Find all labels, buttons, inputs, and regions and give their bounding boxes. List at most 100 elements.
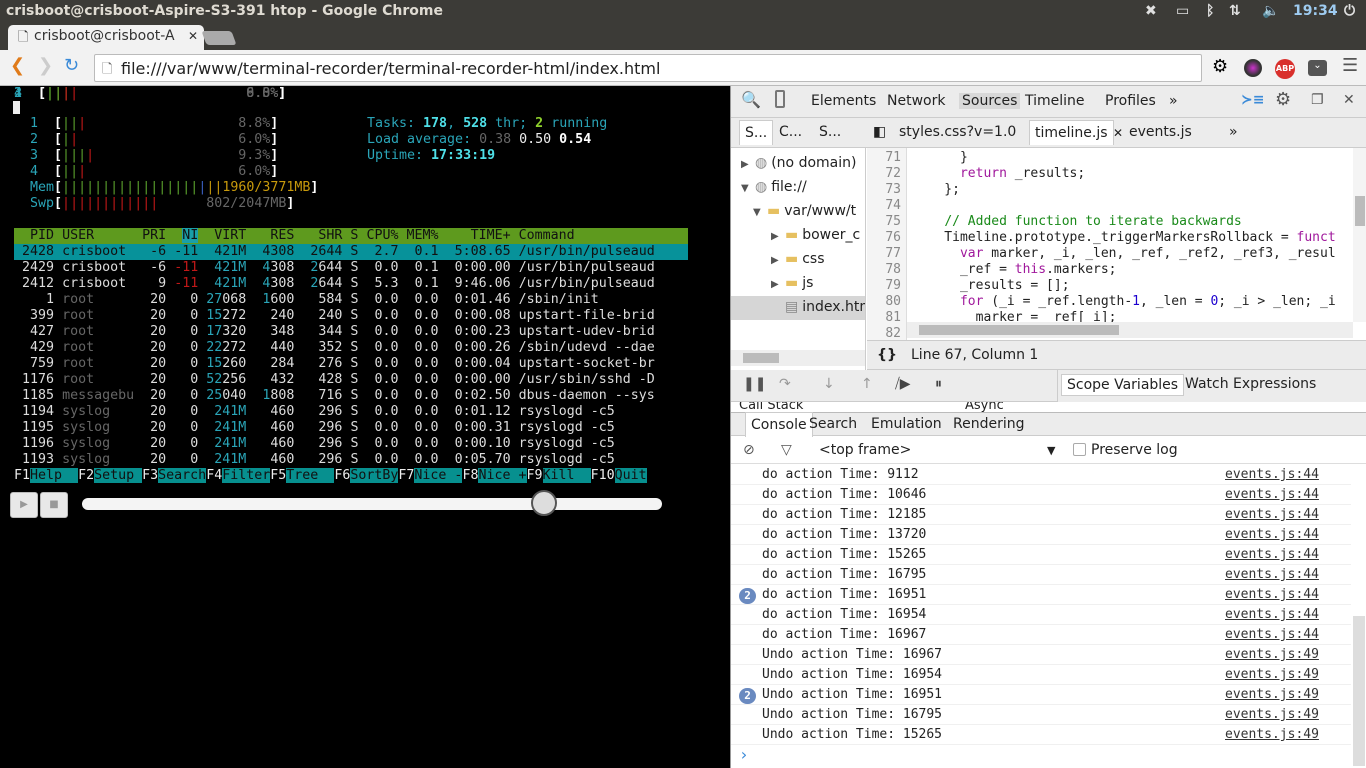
process-row[interactable]: 2428 crisboot -6 -11 421M 4308 2644 S 2.… <box>14 244 688 260</box>
tab-watch-expressions[interactable]: Watch Expressions <box>1185 376 1316 392</box>
clock[interactable]: 19:34 <box>1293 3 1338 19</box>
pocket-icon[interactable]: ⌄ <box>1308 60 1327 76</box>
color-picker-extension-icon[interactable] <box>1244 59 1262 77</box>
settings-extension-icon[interactable]: ⚙ <box>1212 56 1228 77</box>
vertical-scrollbar[interactable] <box>1353 148 1366 322</box>
call-stack-header[interactable]: Call Stack <box>739 402 803 412</box>
clear-console-icon[interactable]: ⊘ <box>743 442 755 458</box>
source-link[interactable]: events.js:44 <box>1225 467 1319 482</box>
fkey-label[interactable]: Kill <box>542 468 591 483</box>
settings-icon[interactable]: ⚙ <box>1275 89 1291 110</box>
volume-icon[interactable]: 🔈 <box>1262 3 1279 19</box>
process-row[interactable]: 1193 syslog 20 0 241M 460 296 S 0.0 0.0 … <box>14 452 688 468</box>
tree-item[interactable]: ▶ ▬ css <box>731 248 865 272</box>
column-header[interactable]: RES <box>270 228 294 243</box>
tree-item[interactable]: ▼ ▬ var/www/t <box>731 200 865 224</box>
column-header[interactable]: PID <box>30 228 54 243</box>
horizontal-scrollbar[interactable] <box>907 322 1353 338</box>
process-row[interactable]: 1194 syslog 20 0 241M 460 296 S 0.0 0.0 … <box>14 404 688 420</box>
step-out-icon[interactable]: ↑ <box>861 376 873 392</box>
back-icon[interactable]: ❮ <box>10 55 25 76</box>
navigator-scrollbar[interactable] <box>731 350 865 366</box>
column-header[interactable]: PRI <box>142 228 166 243</box>
network-icon[interactable]: ⇅ <box>1229 3 1241 19</box>
step-into-icon[interactable]: ↓ <box>823 376 835 392</box>
tree-item[interactable]: ▼ ◍ file:// <box>731 176 865 200</box>
device-mode-icon[interactable] <box>775 90 785 108</box>
process-row[interactable]: 427 root 20 0 17320 348 344 S 0.0 0.0 0:… <box>14 324 688 340</box>
progress-slider[interactable] <box>82 498 662 510</box>
process-row[interactable]: 1185 messagebu 20 0 25040 1808 716 S 0.0… <box>14 388 688 404</box>
process-row[interactable]: 759 root 20 0 15260 284 276 S 0.0 0.0 0:… <box>14 356 688 372</box>
source-link[interactable]: events.js:49 <box>1225 647 1319 662</box>
fkey-label[interactable]: Nice - <box>414 468 463 483</box>
source-link[interactable]: events.js:49 <box>1225 687 1319 702</box>
pretty-print-icon[interactable]: {} <box>877 347 897 363</box>
browser-tab[interactable]: 🗋 crisboot@crisboot-A ✕ <box>8 25 204 50</box>
tab-sources[interactable]: Sources <box>959 93 1021 109</box>
adblock-icon[interactable]: ABP <box>1275 59 1295 79</box>
fkey-label[interactable]: Help <box>30 468 79 483</box>
tab-timeline[interactable]: Timeline <box>1025 93 1085 109</box>
bluetooth-icon[interactable]: ᛒ <box>1206 3 1214 19</box>
search-icon[interactable]: 🔍 <box>741 90 761 109</box>
file-tab-styles-css-v-1-0[interactable]: styles.css?v=1.0 <box>899 124 1016 140</box>
frame-dropdown-icon[interactable]: ▼ <box>1047 444 1055 457</box>
disclosure-triangle-icon[interactable]: ▶ <box>771 255 785 266</box>
play-button[interactable]: ▶ <box>10 492 38 518</box>
preserve-log-checkbox[interactable] <box>1073 443 1086 456</box>
power-icon[interactable]: ⏻ <box>1344 3 1355 19</box>
stop-button[interactable]: ■ <box>40 492 68 518</box>
fkey-label[interactable]: Quit <box>614 468 647 483</box>
fkey-label[interactable]: Filter <box>222 468 271 483</box>
file-tab-timeline-js[interactable]: timeline.js <box>1029 120 1114 145</box>
process-row[interactable]: 1195 syslog 20 0 241M 460 296 S 0.0 0.0 … <box>14 420 688 436</box>
disclosure-triangle-icon[interactable]: ▶ <box>741 159 755 170</box>
tab-network[interactable]: Network <box>887 93 945 109</box>
nav-tab-s-[interactable]: S... <box>819 124 841 140</box>
column-header[interactable]: S <box>350 228 358 243</box>
drawer-tab-search[interactable]: Search <box>809 416 857 432</box>
filter-icon[interactable]: ▽ <box>781 442 792 458</box>
disclosure-triangle-icon[interactable]: ▼ <box>753 207 767 218</box>
source-link[interactable]: events.js:44 <box>1225 607 1319 622</box>
column-header[interactable]: CPU% <box>366 228 398 243</box>
menu-icon[interactable]: ☰ <box>1342 55 1358 76</box>
drawer-tab-console[interactable]: Console <box>745 412 813 437</box>
reload-icon[interactable]: ↻ <box>64 55 79 76</box>
drawer-tab-rendering[interactable]: Rendering <box>953 416 1025 432</box>
fkey-label[interactable]: Tree <box>286 468 335 483</box>
process-row[interactable]: 2429 crisboot -6 -11 421M 4308 2644 S 0.… <box>14 260 688 276</box>
process-row[interactable]: 429 root 20 0 22272 440 352 S 0.0 0.0 0:… <box>14 340 688 356</box>
source-link[interactable]: events.js:44 <box>1225 487 1319 502</box>
console-scrollbar[interactable] <box>1353 616 1365 766</box>
source-link[interactable]: events.js:44 <box>1225 507 1319 522</box>
source-link[interactable]: events.js:49 <box>1225 667 1319 682</box>
column-header[interactable]: NI <box>182 228 199 243</box>
deactivate-breakpoints-icon[interactable]: ⧸▶ <box>895 376 911 392</box>
process-row[interactable]: 1196 syslog 20 0 241M 460 296 S 0.0 0.0 … <box>14 436 688 452</box>
dock-icon[interactable]: ❐ <box>1311 92 1324 108</box>
pause-icon[interactable]: ❚❚ <box>743 376 766 392</box>
code-editor[interactable]: 71 } 72 return _results; 73 }; 74 75 // Adde… <box>867 148 1366 340</box>
source-link[interactable]: events.js:49 <box>1225 727 1319 742</box>
close-devtools-icon[interactable]: ✕ <box>1343 92 1355 108</box>
process-row[interactable]: 1 root 20 0 27068 1600 584 S 0.0 0.0 0:0… <box>14 292 688 308</box>
progress-slider-handle[interactable] <box>530 490 557 516</box>
nav-tab-s-[interactable]: S... <box>739 120 774 145</box>
fkey-label[interactable]: Setup <box>94 468 143 483</box>
close-tab-icon[interactable]: ✕ <box>188 29 198 43</box>
disclosure-triangle-icon[interactable]: ▶ <box>771 279 785 290</box>
pause-on-exceptions-icon[interactable]: ⏸ <box>935 376 942 392</box>
process-row[interactable]: 2412 crisboot 9 -11 421M 4308 2644 S 5.3… <box>14 276 688 292</box>
column-header[interactable]: SHR <box>318 228 342 243</box>
file-tab-events-js[interactable]: events.js <box>1129 124 1192 140</box>
tree-item[interactable]: ▤index.htm <box>731 296 865 320</box>
tree-item[interactable]: ▶ ◍ (no domain) <box>731 152 865 176</box>
dropbox-icon[interactable]: ✖ <box>1145 3 1157 19</box>
async-checkbox-label[interactable]: Async <box>965 402 1004 412</box>
tree-item[interactable]: ▶ ▬ js <box>731 272 865 296</box>
battery-icon[interactable]: ▭ <box>1176 3 1189 19</box>
nav-tab-c-[interactable]: C... <box>779 124 802 140</box>
source-link[interactable]: events.js:44 <box>1225 627 1319 642</box>
